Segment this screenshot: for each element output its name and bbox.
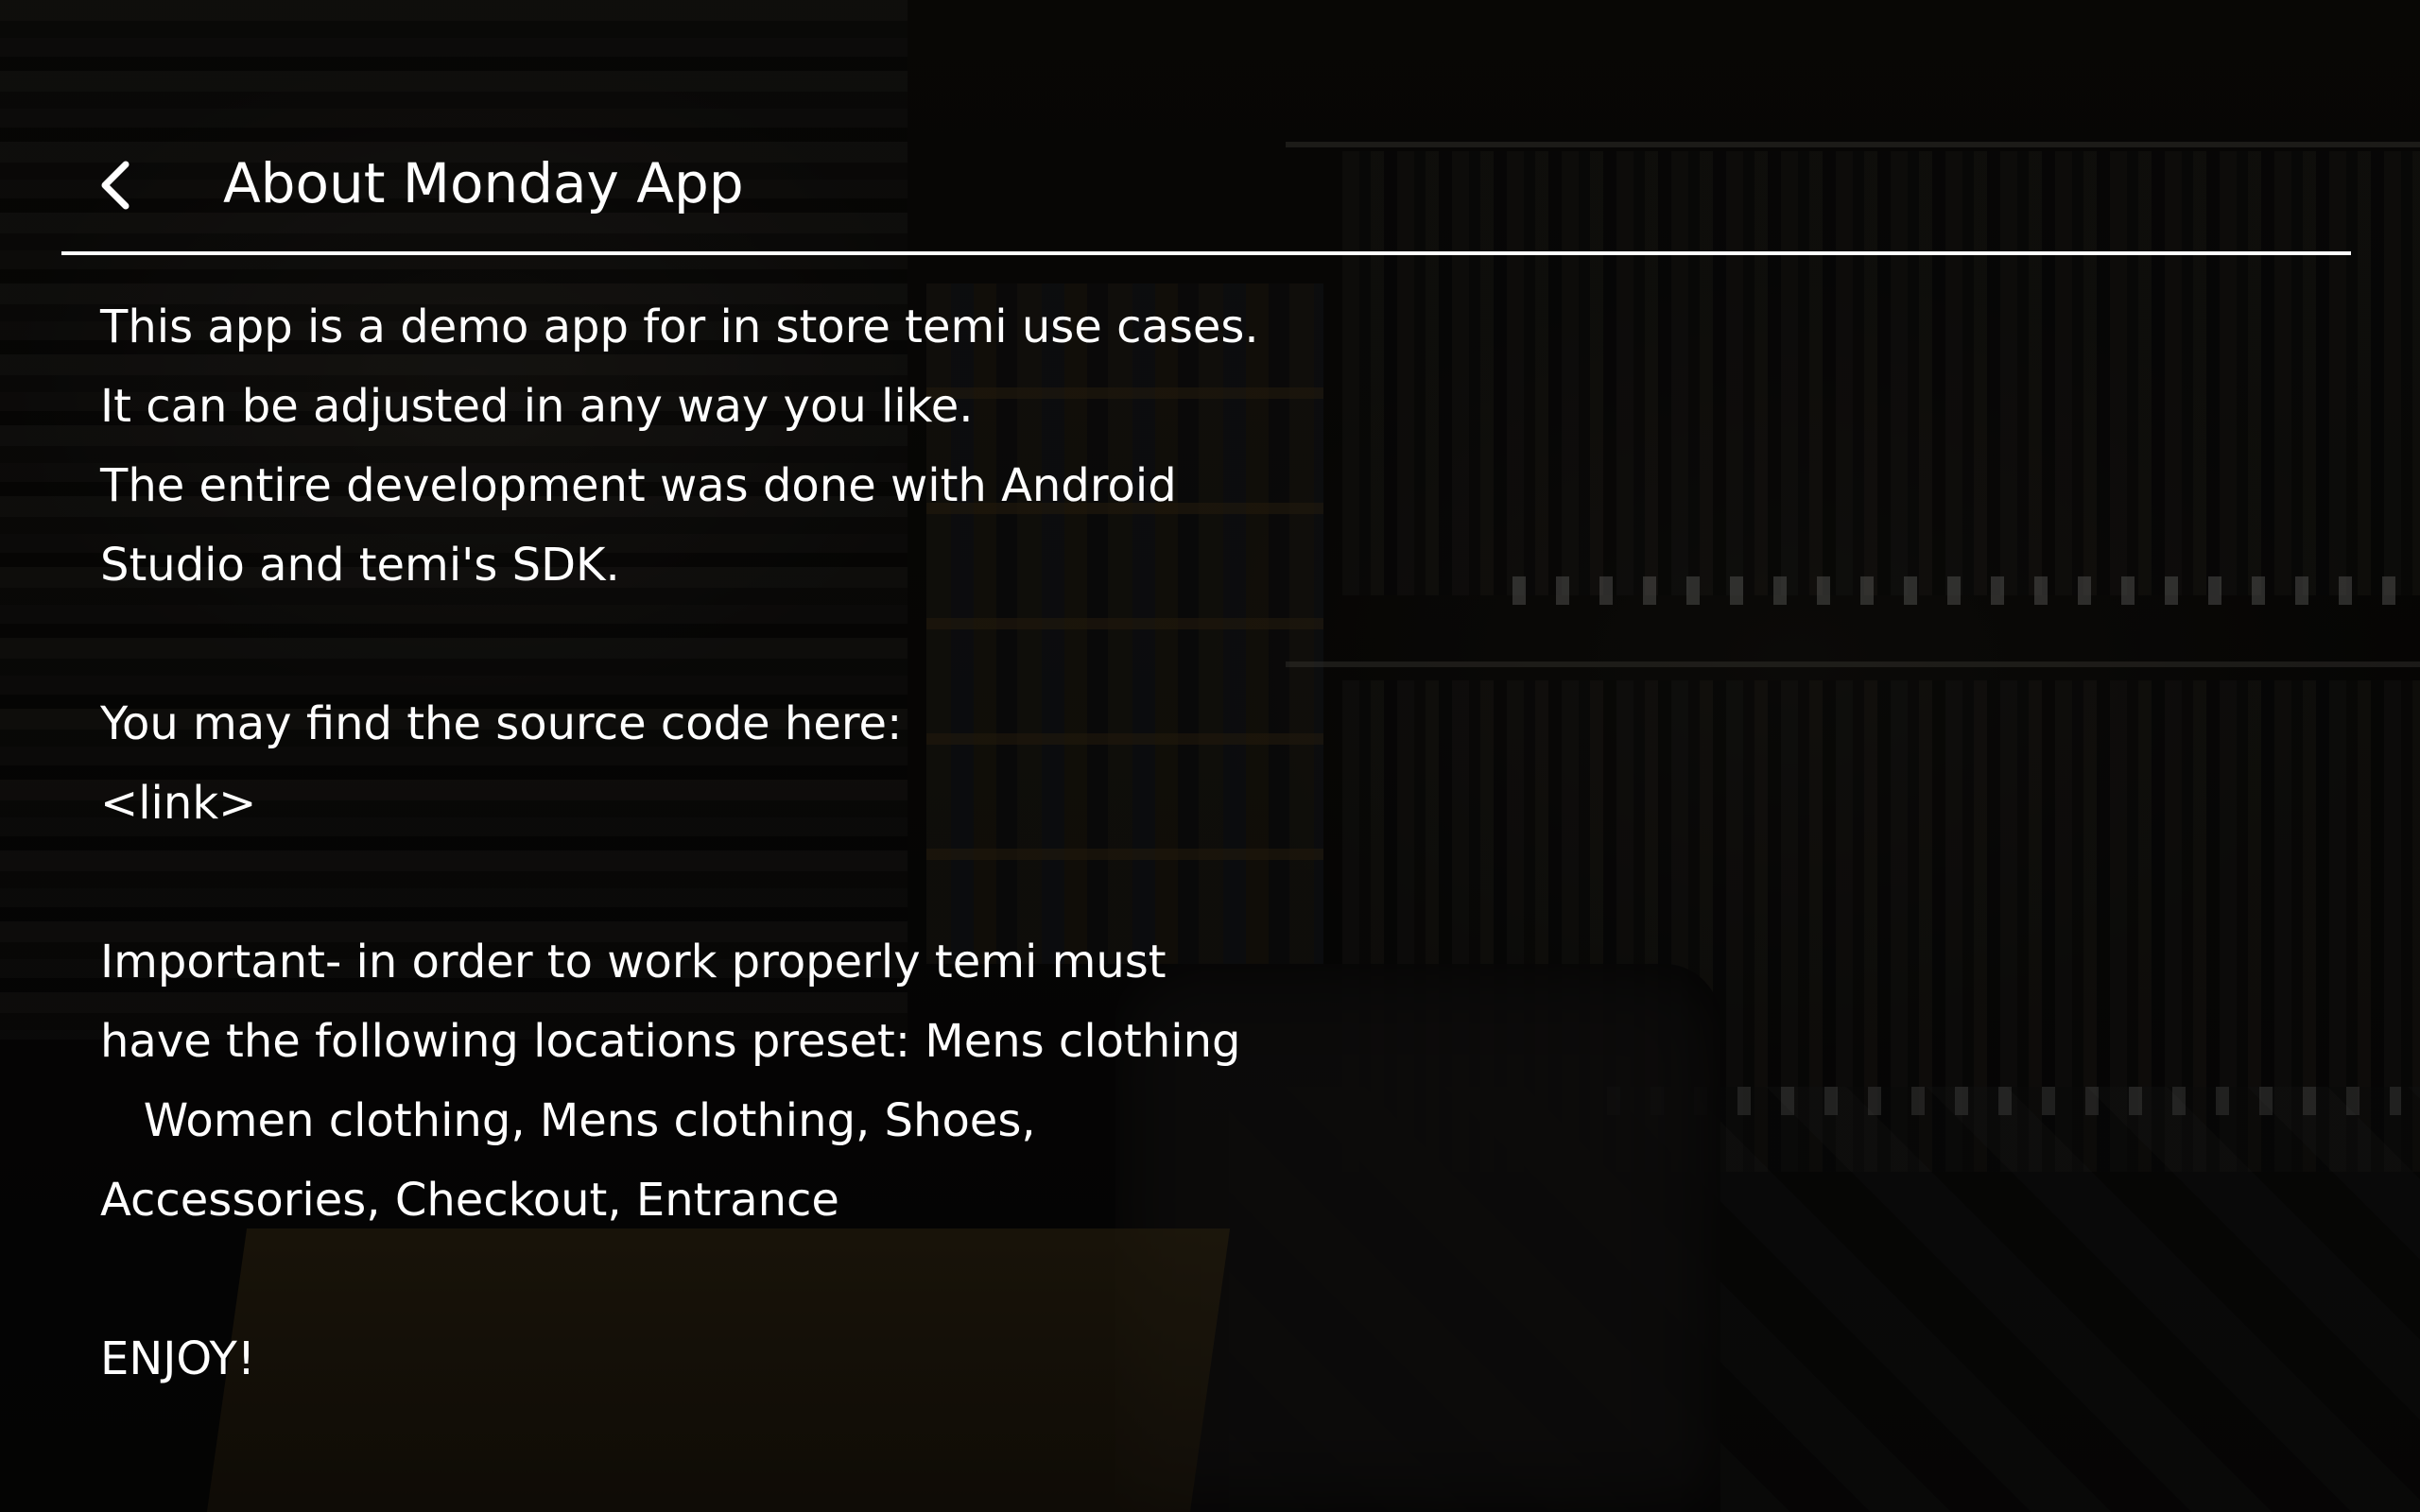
chevron-left-icon — [101, 161, 130, 210]
source-code-link[interactable]: <link> — [100, 764, 1329, 843]
about-line: Important- in order to work properly tem… — [100, 936, 1167, 988]
about-line: The entire development was done with And… — [100, 459, 1177, 512]
about-line: This app is a demo app for in store temi… — [100, 301, 1259, 353]
enjoy-text: ENJOY! — [100, 1332, 256, 1385]
about-line: Women clothing, Mens clothing, Shoes, — [100, 1094, 1036, 1147]
page-title: About Monday App — [223, 151, 744, 215]
about-line: have the following locations preset: Men… — [100, 1015, 1241, 1068]
about-line: It can be adjusted in any way you like. — [100, 380, 974, 433]
back-button[interactable] — [91, 159, 140, 212]
app-header: About Monday App — [0, 0, 2420, 255]
about-line: Accessories, Checkout, Entrance — [100, 1174, 839, 1227]
about-line: Studio and temi's SDK. — [100, 539, 620, 592]
header-divider — [61, 251, 2351, 255]
about-line: You may find the source code here: — [100, 697, 903, 750]
about-text: This app is a demo app for in store temi… — [100, 287, 1329, 1399]
